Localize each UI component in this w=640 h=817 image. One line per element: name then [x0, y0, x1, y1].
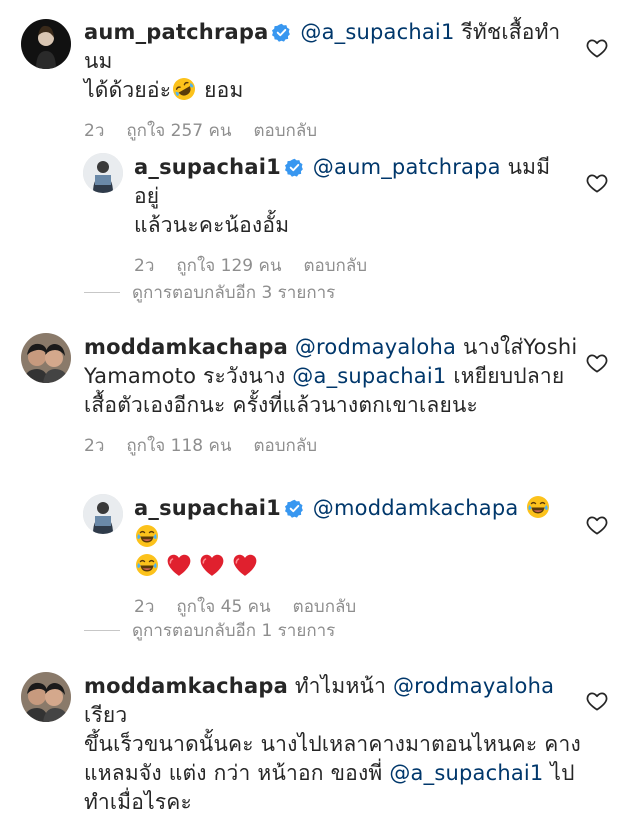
like-heart-icon[interactable]: [586, 38, 608, 58]
username[interactable]: moddamkachapa: [84, 674, 288, 698]
reply-button[interactable]: ตอบกลับ: [253, 432, 317, 459]
comment-body: moddamkachapa ทำไมหน้า @rodmayaloha เรีย…: [84, 672, 584, 817]
comment-text-segment: ทำไมหน้า: [294, 674, 387, 698]
mention-link[interactable]: @a_supachai1: [389, 761, 543, 785]
face-with-tears-of-joy-emoji-icon: [135, 553, 159, 577]
comment-body: a_supachai1 @aum_patchrapa นมมีอยู่ แล้ว…: [134, 153, 574, 279]
like-heart-icon[interactable]: [586, 353, 608, 373]
face-with-tears-of-joy-emoji-icon: [526, 495, 550, 519]
reply-button[interactable]: ตอบกลับ: [253, 117, 317, 144]
comment-body: moddamkachapa @rodmayaloha นางใส่Yoshi Y…: [84, 333, 584, 459]
view-more-label[interactable]: ดูการตอบกลับอีก 3 รายการ: [132, 279, 335, 306]
verified-badge-icon: [285, 158, 304, 177]
like-heart-icon[interactable]: [586, 691, 608, 711]
mention-link[interactable]: @a_supachai1: [300, 20, 454, 44]
comment-meta: 2ว ถูกใจ 45 คน ตอบกลับ: [134, 593, 574, 620]
avatar[interactable]: [21, 333, 71, 383]
avatar-a-supachai1-icon: [83, 153, 123, 193]
comment-text-segment: เหยียบปลาย: [453, 364, 565, 388]
like-heart-icon[interactable]: [586, 515, 608, 535]
username[interactable]: aum_patchrapa: [84, 20, 268, 44]
verified-badge-icon: [272, 23, 291, 42]
like-count[interactable]: ถูกใจ 118 คน: [126, 432, 231, 459]
comment-text-segment: นางใส่Yoshi: [462, 335, 578, 359]
divider-line: [84, 292, 120, 293]
comment-meta: 2ว ถูกใจ 129 คน ตอบกลับ: [134, 252, 574, 279]
avatar[interactable]: [83, 153, 123, 193]
red-heart-emoji-icon: [232, 553, 258, 577]
like-count[interactable]: ถูกใจ 129 คน: [176, 252, 281, 279]
comment-time: 2ว: [134, 256, 155, 276]
mention-link[interactable]: @rodmayaloha: [393, 674, 554, 698]
avatar[interactable]: [21, 19, 71, 69]
comment-body: aum_patchrapa @a_supachai1 รีทัชเสื้อทำน…: [84, 18, 584, 144]
comment-text-segment: ได้ด้วยอ่ะ: [84, 78, 172, 102]
comment-text-segment: Yamamoto ระวังนาง: [84, 364, 286, 388]
comment-text: a_supachai1 @moddamkachapa: [134, 494, 574, 581]
red-heart-emoji-icon: [199, 553, 225, 577]
comment-text-segment: ทำเมื่อไรคะ: [84, 790, 193, 814]
username[interactable]: moddamkachapa: [84, 335, 288, 359]
avatar-moddamkachapa-icon: [21, 672, 71, 722]
like-count[interactable]: ถูกใจ 257 คน: [126, 117, 231, 144]
divider-line: [84, 630, 120, 631]
comment-text-segment: ไป: [550, 761, 575, 785]
avatar[interactable]: [21, 672, 71, 722]
comment-text: moddamkachapa @rodmayaloha นางใส่Yoshi Y…: [84, 333, 584, 420]
comment-text-segment: แหลมจัง แต่ง กว่า หน้าอก ของพี่: [84, 761, 383, 785]
view-more-replies[interactable]: ดูการตอบกลับอีก 3 รายการ: [84, 279, 335, 306]
reply-button[interactable]: ตอบกลับ: [303, 252, 367, 279]
comment-time: 2ว: [134, 597, 155, 617]
comment-meta: 2ว ถูกใจ 118 คน ตอบกลับ: [84, 432, 584, 459]
comment-text-segment: เรียว: [84, 703, 128, 727]
comment-text-segment: แล้วนะคะน้องอั้ม: [134, 213, 290, 237]
face-with-tears-of-joy-emoji-icon: [135, 524, 159, 548]
comment-meta: 2ว ถูกใจ 257 คน ตอบกลับ: [84, 117, 584, 144]
like-count[interactable]: ถูกใจ 45 คน: [176, 593, 270, 620]
comment-body: a_supachai1 @moddamkachapa 2ว ถูกใจ 45 ค…: [134, 494, 574, 620]
avatar[interactable]: [83, 494, 123, 534]
mention-link[interactable]: @aum_patchrapa: [313, 155, 501, 179]
verified-badge-icon: [285, 499, 304, 518]
comment-time: 2ว: [84, 121, 105, 141]
red-heart-emoji-icon: [166, 553, 192, 577]
avatar-aum-patchrapa-icon: [21, 19, 71, 69]
mention-link[interactable]: @a_supachai1: [292, 364, 446, 388]
comments-thread: aum_patchrapa @a_supachai1 รีทัชเสื้อทำน…: [0, 0, 640, 814]
comment-time: 2ว: [84, 436, 105, 456]
like-heart-icon[interactable]: [586, 173, 608, 193]
username[interactable]: a_supachai1: [134, 496, 281, 520]
rolling-on-the-floor-laughing-emoji-icon: [172, 77, 196, 101]
mention-link[interactable]: @moddamkachapa: [313, 496, 519, 520]
comment-text: a_supachai1 @aum_patchrapa นมมีอยู่ แล้ว…: [134, 153, 574, 240]
view-more-replies[interactable]: ดูการตอบกลับอีก 1 รายการ: [84, 617, 335, 644]
comment-text: aum_patchrapa @a_supachai1 รีทัชเสื้อทำน…: [84, 18, 584, 105]
avatar-moddamkachapa-icon: [21, 333, 71, 383]
reply-button[interactable]: ตอบกลับ: [293, 593, 357, 620]
username[interactable]: a_supachai1: [134, 155, 281, 179]
comment-text-segment: ขึ้นเร็วขนาดนั้นคะ นางไปเหลาคางมาตอนไหนค…: [84, 732, 581, 756]
avatar-a-supachai1-icon: [83, 494, 123, 534]
comment-text-segment: เสื้อตัวเองอีกนะ ครั้งที่แล้วนางตกเขาเลย…: [84, 393, 479, 417]
comment-text: moddamkachapa ทำไมหน้า @rodmayaloha เรีย…: [84, 672, 584, 817]
view-more-label[interactable]: ดูการตอบกลับอีก 1 รายการ: [132, 617, 335, 644]
comment-text-segment: ยอม: [204, 78, 244, 102]
mention-link[interactable]: @rodmayaloha: [295, 335, 456, 359]
